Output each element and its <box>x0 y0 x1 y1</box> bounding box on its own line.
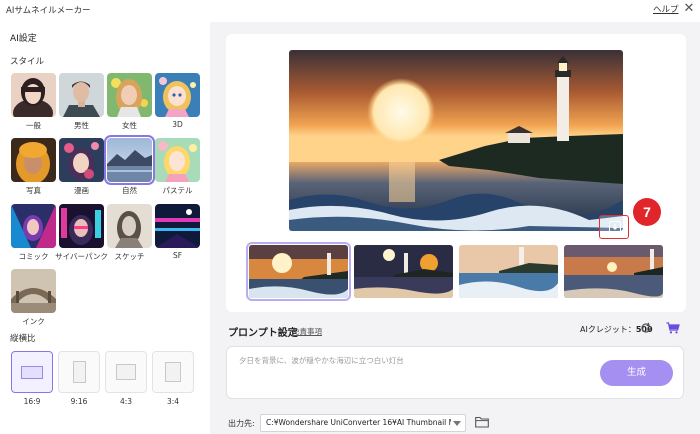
ratio-16-9-icon <box>21 366 43 379</box>
style-thumb-photo[interactable] <box>11 138 56 182</box>
style-label-manga: 漫画 <box>74 186 89 195</box>
cyberpunk-thumbnail <box>59 204 104 248</box>
ratio-3-4[interactable] <box>152 351 194 393</box>
prompt-settings-title: プロンプト設定 <box>228 328 298 339</box>
chevron-down-icon <box>453 421 461 426</box>
app-title: AIサムネイルメーカー <box>6 6 91 16</box>
ratio-label-3-4: 3:4 <box>166 397 180 406</box>
variation-thumb-2[interactable] <box>354 245 453 298</box>
style-thumb-nature[interactable] <box>104 135 155 185</box>
style-thumb-manga[interactable] <box>59 138 104 182</box>
folder-icon[interactable] <box>475 416 489 428</box>
ratio-4-3[interactable] <box>105 351 147 393</box>
nature-lake-thumbnail <box>107 138 152 182</box>
generate-button[interactable]: 生成 <box>600 360 673 386</box>
sf-thumbnail <box>155 204 200 248</box>
output-label: 出力先: <box>228 419 255 428</box>
disclaimer-link[interactable]: 免責事項 <box>292 326 322 337</box>
style-label-male: 男性 <box>74 121 89 130</box>
style-thumb-3d[interactable] <box>155 73 200 117</box>
variation-thumb-3[interactable] <box>459 245 558 298</box>
style-thumb-cyberpunk[interactable] <box>59 204 104 248</box>
style-thumb-sf[interactable] <box>155 204 200 248</box>
photo-girl-thumbnail <box>11 138 56 182</box>
style-label-3d: 3D <box>172 120 183 129</box>
refresh-icon[interactable] <box>640 322 652 334</box>
style-label-photo: 写真 <box>26 186 41 195</box>
help-link[interactable]: ヘルプ <box>653 3 679 15</box>
variation-image-4 <box>564 245 663 298</box>
style-label-sf: SF <box>172 251 183 260</box>
style-label-sketch: スケッチ <box>114 252 145 261</box>
preview-panel: 7 プロンプト設定 免責事項 AIクレジット：500 夕日を背景に、波が穏やかな… <box>210 22 700 434</box>
style-label-general: 一般 <box>26 121 41 130</box>
style-thumb-pastel[interactable] <box>155 138 200 182</box>
style-thumb-general[interactable] <box>11 73 56 117</box>
aspect-ratio-title: 縦横比 <box>10 334 36 344</box>
style-thumb-ink[interactable] <box>11 269 56 313</box>
ratio-16-9[interactable] <box>11 351 53 393</box>
style-label-cyberpunk: サイバーパンク <box>55 252 108 261</box>
variation-image-2 <box>354 245 453 298</box>
title-bar: AIサムネイルメーカー ヘルプ ✕ <box>0 0 700 22</box>
ink-bridge-thumbnail <box>11 269 56 313</box>
3d-character-thumbnail <box>155 73 200 117</box>
style-label-pastel: パステル <box>162 186 193 195</box>
style-label-female: 女性 <box>122 121 137 130</box>
ratio-3-4-icon <box>165 362 181 382</box>
ratio-label-9-16: 9:16 <box>70 397 88 406</box>
step-number-badge: 7 <box>633 198 661 226</box>
style-label-comic: コミック <box>18 252 49 261</box>
style-label-ink: インク <box>22 317 45 326</box>
variation-thumb-4[interactable] <box>564 245 663 298</box>
comic-thumbnail <box>11 204 56 248</box>
output-path-value: C:¥Wondershare UniConverter 16¥AI Thumbn… <box>266 418 451 427</box>
cart-icon[interactable] <box>666 322 680 334</box>
portrait-woman-thumbnail <box>107 73 152 117</box>
generated-image-preview <box>289 50 623 231</box>
ratio-4-3-icon <box>116 364 136 380</box>
style-label: スタイル <box>10 57 45 67</box>
preview-card: 7 <box>226 34 686 312</box>
output-path-select[interactable]: C:¥Wondershare UniConverter 16¥AI Thumbn… <box>260 414 466 432</box>
variation-image-1 <box>249 245 348 298</box>
variation-image-3 <box>459 245 558 298</box>
style-thumb-female[interactable] <box>107 73 152 117</box>
manga-thumbnail <box>59 138 104 182</box>
style-thumb-male[interactable] <box>59 73 104 117</box>
download-button[interactable] <box>599 215 629 239</box>
ratio-label-4-3: 4:3 <box>119 397 133 406</box>
style-thumb-comic[interactable] <box>11 204 56 248</box>
close-icon[interactable]: ✕ <box>682 1 696 17</box>
style-label-nature: 自然 <box>122 186 137 195</box>
portrait-girl-thumbnail <box>11 73 56 117</box>
ratio-9-16-icon <box>73 361 86 383</box>
settings-title: AI設定 <box>10 34 37 44</box>
ratio-label-16-9: 16:9 <box>23 397 41 406</box>
prompt-placeholder: 夕日を背景に、波が穏やかな海辺に立つ白い灯台 <box>239 356 404 365</box>
ai-credits-label: AIクレジット： <box>580 325 636 334</box>
lighthouse-sunset-image <box>289 50 623 231</box>
style-thumb-sketch[interactable] <box>107 204 152 248</box>
sketch-thumbnail <box>107 204 152 248</box>
portrait-man-thumbnail <box>59 73 104 117</box>
ai-settings-panel: AI設定 スタイル 一般 男性 女性 3D 写真 漫画 自然 パステル コミック… <box>0 22 210 434</box>
pastel-girl-thumbnail <box>155 138 200 182</box>
variation-thumb-1[interactable] <box>246 242 351 301</box>
download-icon <box>609 221 621 233</box>
ratio-9-16[interactable] <box>58 351 100 393</box>
